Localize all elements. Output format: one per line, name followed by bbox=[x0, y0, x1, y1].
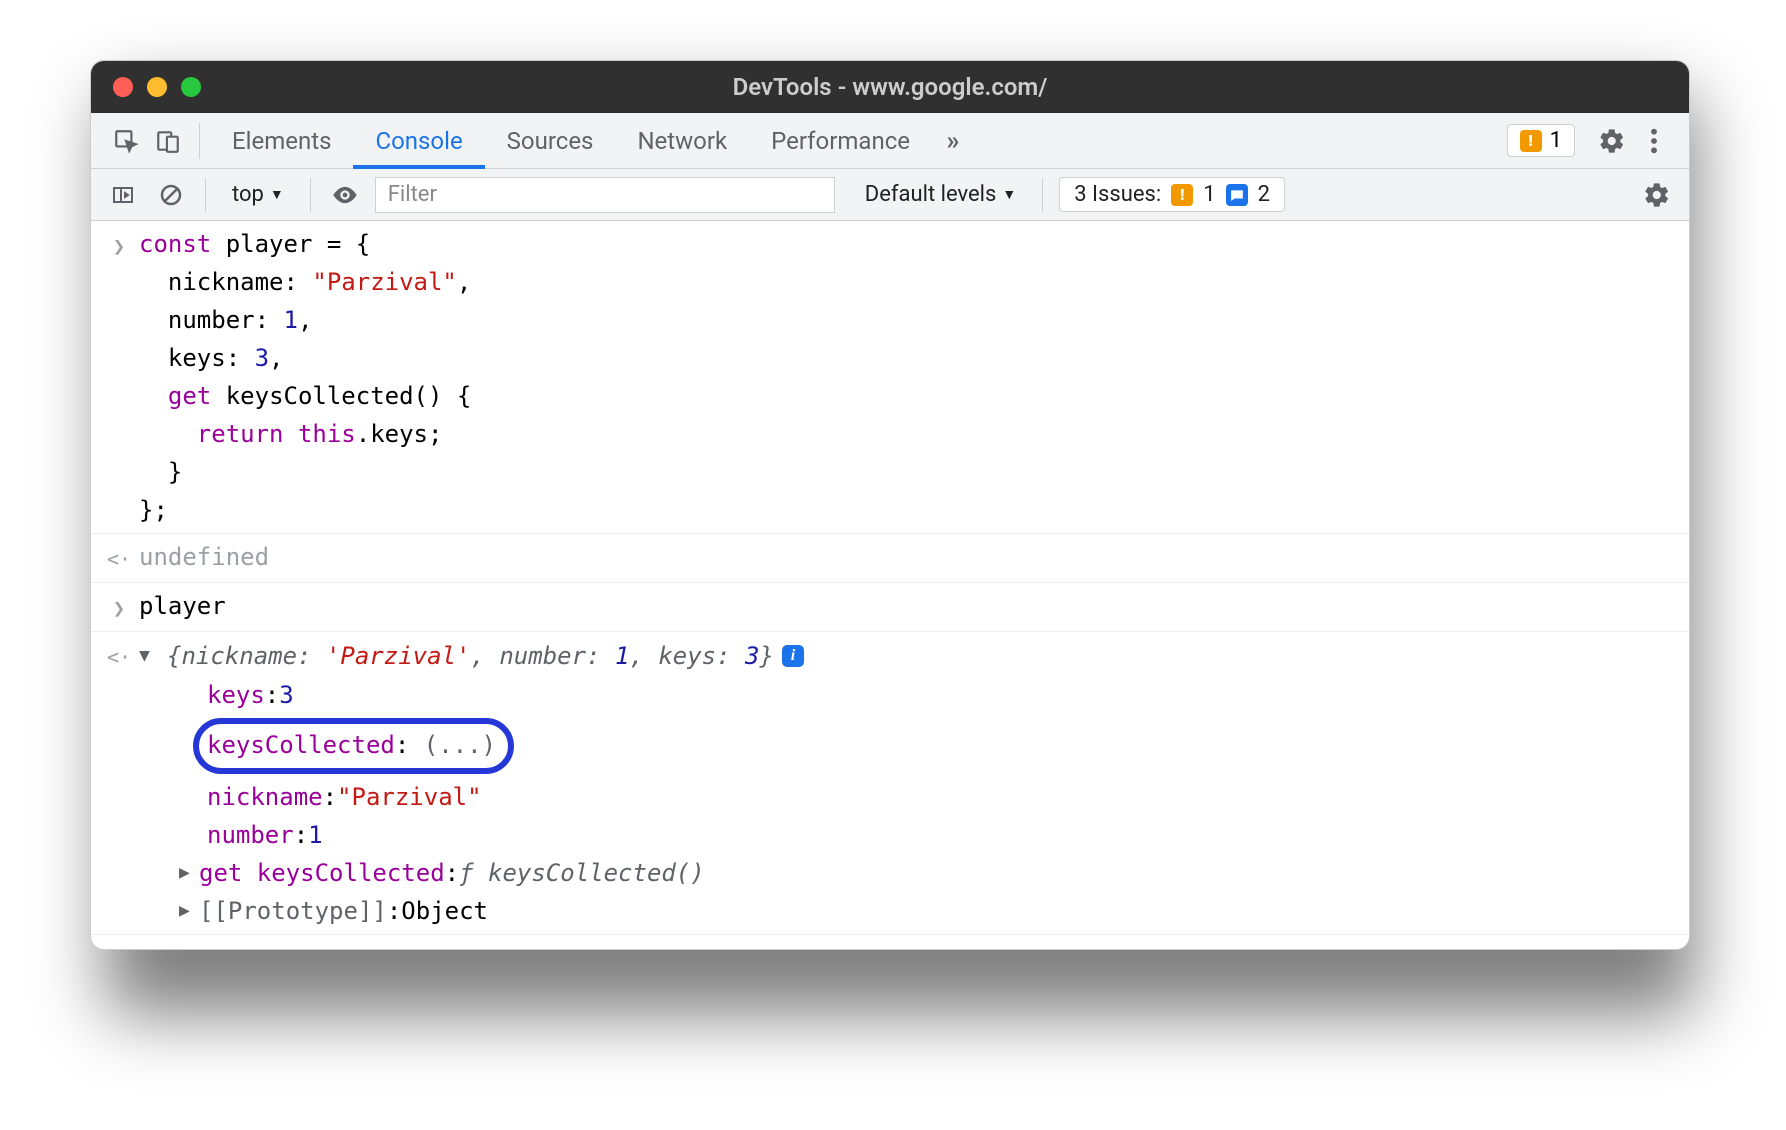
info-icon[interactable]: i bbox=[782, 645, 804, 667]
live-expression-icon[interactable] bbox=[327, 177, 363, 213]
object-summary[interactable]: {nickname: 'Parzival', number: 1, keys: … bbox=[167, 637, 774, 675]
console-settings-icon[interactable] bbox=[1639, 177, 1675, 213]
warning-indicator[interactable]: ! 1 bbox=[1507, 124, 1575, 157]
issues-info-icon bbox=[1226, 184, 1248, 206]
sidebar-toggle-icon[interactable] bbox=[105, 177, 141, 213]
tab-console[interactable]: Console bbox=[353, 113, 484, 169]
filter-input[interactable]: Filter bbox=[375, 177, 835, 213]
context-selector[interactable]: top ▼ bbox=[222, 178, 294, 211]
undefined-return: undefined bbox=[133, 538, 1675, 576]
tab-sources[interactable]: Sources bbox=[485, 113, 616, 169]
more-menu-icon[interactable] bbox=[1633, 120, 1675, 162]
devtools-window: DevTools - www.google.com/ Elements Cons… bbox=[90, 60, 1690, 950]
console-input-row: ❯ const player = { nickname: "Parzival",… bbox=[91, 221, 1689, 534]
device-toggle-icon[interactable] bbox=[147, 120, 189, 162]
warning-icon: ! bbox=[1520, 130, 1542, 152]
console-input-row-2: ❯ player bbox=[91, 583, 1689, 632]
issues-warn-icon: ! bbox=[1171, 184, 1193, 206]
inspect-element-icon[interactable] bbox=[105, 120, 147, 162]
prop-keys[interactable]: keys: 3 bbox=[153, 676, 705, 714]
clear-console-icon[interactable] bbox=[153, 177, 189, 213]
prop-prototype[interactable]: ▶[[Prototype]]: Object bbox=[153, 892, 705, 930]
console-toolbar: top ▼ Filter Default levels ▼ 3 Issues: … bbox=[91, 169, 1689, 221]
more-tabs-icon[interactable]: » bbox=[932, 120, 974, 162]
return-icon: <· bbox=[105, 636, 133, 676]
disclosure-closed-icon[interactable]: ▶ bbox=[179, 892, 199, 930]
issues-info-count: 2 bbox=[1258, 182, 1270, 207]
console-return-row: <· undefined bbox=[91, 534, 1689, 583]
main-tabbar: Elements Console Sources Network Perform… bbox=[91, 113, 1689, 169]
log-levels-label: Default levels bbox=[865, 182, 997, 207]
player-eval[interactable]: player bbox=[133, 587, 1675, 625]
input-prompt-icon: ❯ bbox=[105, 939, 133, 950]
tab-performance[interactable]: Performance bbox=[749, 113, 932, 169]
issues-label: 3 Issues: bbox=[1074, 182, 1161, 207]
window-title: DevTools - www.google.com/ bbox=[91, 73, 1689, 101]
console-object-output: <· ▼ {nickname: 'Parzival', number: 1, k… bbox=[91, 632, 1689, 935]
prop-number[interactable]: number: 1 bbox=[153, 816, 705, 854]
issues-button[interactable]: 3 Issues: ! 1 2 bbox=[1059, 177, 1285, 212]
tab-elements[interactable]: Elements bbox=[210, 113, 353, 169]
prop-getter[interactable]: ▶get keysCollected: ƒ keysCollected() bbox=[153, 854, 705, 892]
settings-icon[interactable] bbox=[1591, 120, 1633, 162]
console-prompt-row[interactable]: ❯ bbox=[91, 935, 1689, 950]
input-prompt-icon: ❯ bbox=[105, 587, 133, 627]
warning-count: 1 bbox=[1550, 128, 1562, 153]
filter-placeholder: Filter bbox=[388, 182, 437, 207]
issues-warn-count: 1 bbox=[1203, 182, 1215, 207]
log-levels-selector[interactable]: Default levels ▼ bbox=[865, 182, 1016, 207]
prop-nickname[interactable]: nickname: "Parzival" bbox=[153, 778, 705, 816]
input-prompt-icon: ❯ bbox=[105, 225, 133, 265]
context-label: top bbox=[232, 182, 264, 207]
console-body: ❯ const player = { nickname: "Parzival",… bbox=[91, 221, 1689, 950]
prop-keyscollected-highlighted[interactable]: keysCollected: (...) bbox=[153, 718, 705, 774]
titlebar: DevTools - www.google.com/ bbox=[91, 61, 1689, 113]
disclosure-closed-icon[interactable]: ▶ bbox=[179, 854, 199, 892]
return-icon: <· bbox=[105, 538, 133, 578]
disclosure-open-icon[interactable]: ▼ bbox=[139, 637, 159, 675]
tab-network[interactable]: Network bbox=[615, 113, 749, 169]
code-block[interactable]: const player = { nickname: "Parzival", n… bbox=[133, 225, 1675, 529]
